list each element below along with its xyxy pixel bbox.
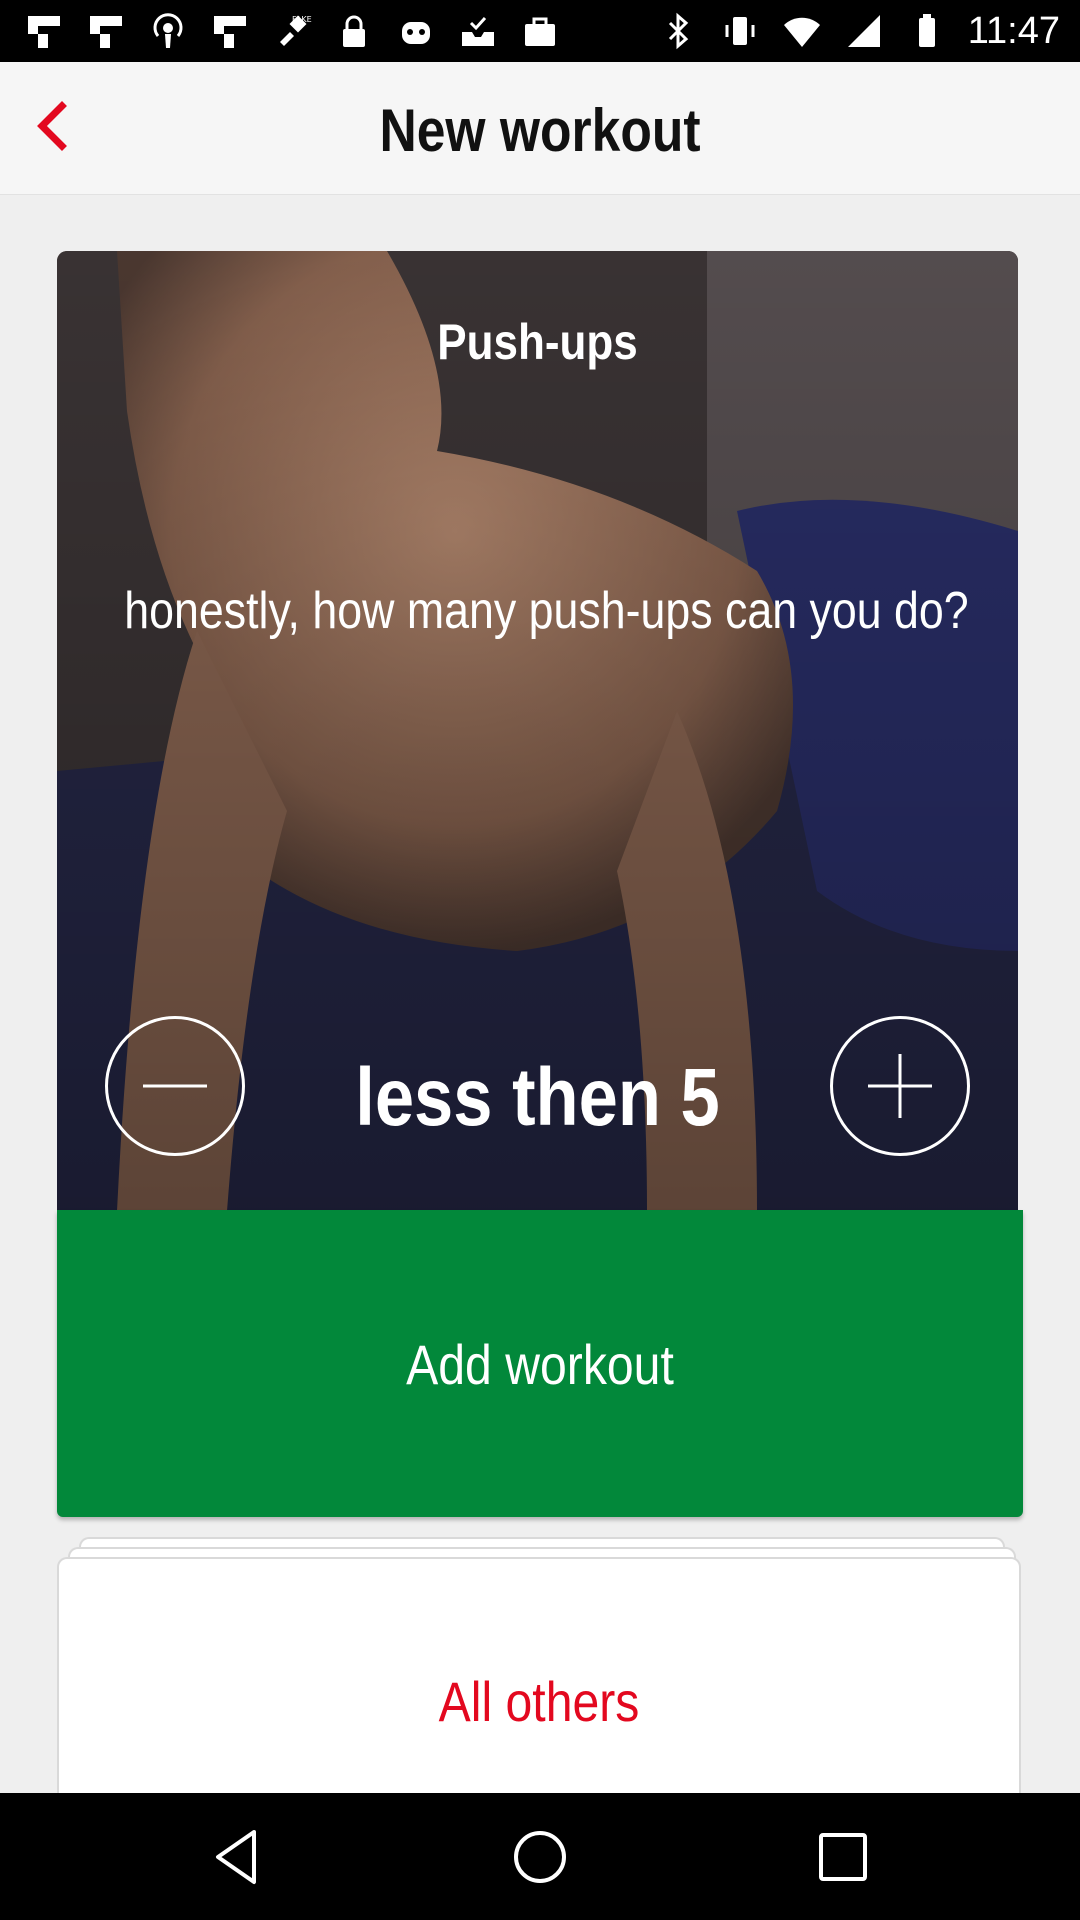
- plus-icon: [868, 1054, 932, 1118]
- add-workout-label: Add workout: [406, 1333, 674, 1396]
- page-title: New workout: [379, 97, 701, 164]
- back-triangle-icon[interactable]: [202, 1822, 272, 1892]
- navigation-bar: [0, 1793, 1080, 1920]
- all-others-label: All others: [438, 1670, 640, 1733]
- game-controller-icon: [402, 22, 430, 44]
- status-bar: FAKE 11:47: [0, 0, 1080, 62]
- system-icons: 11:47: [658, 8, 1060, 54]
- clock: 11:47: [967, 10, 1060, 52]
- inbox-check-icon: [462, 16, 494, 46]
- flipboard-icon: [214, 16, 246, 48]
- app-bar: New workout: [0, 62, 1080, 195]
- podcast-icon: [153, 13, 183, 48]
- workout-card: Push-ups honestly, how many push-ups can…: [57, 251, 1018, 1211]
- pushup-count-value: less then 5: [355, 1052, 720, 1143]
- notification-icons: FAKE: [24, 12, 560, 52]
- all-others-button[interactable]: All others: [57, 1557, 1021, 1793]
- home-circle-icon[interactable]: [505, 1822, 575, 1892]
- exercise-title: Push-ups: [437, 314, 638, 370]
- bluetooth-icon: [668, 12, 688, 50]
- question-text: honestly, how many push-ups can you do?: [124, 582, 969, 640]
- battery-icon: [918, 14, 935, 47]
- recents-square-icon[interactable]: [808, 1822, 878, 1892]
- wifi-icon: [783, 17, 820, 47]
- fake-gps-icon: FAKE: [280, 15, 312, 46]
- signal-icon: [847, 15, 880, 47]
- vibrate-icon: [725, 17, 755, 45]
- increase-button[interactable]: [830, 1016, 970, 1156]
- flipboard-icon: [28, 16, 60, 48]
- add-workout-button[interactable]: Add workout: [57, 1210, 1023, 1517]
- flipboard-icon: [90, 16, 122, 48]
- lock-icon: [343, 15, 365, 47]
- briefcase-icon: [525, 17, 555, 46]
- svg-text:FAKE: FAKE: [292, 15, 312, 24]
